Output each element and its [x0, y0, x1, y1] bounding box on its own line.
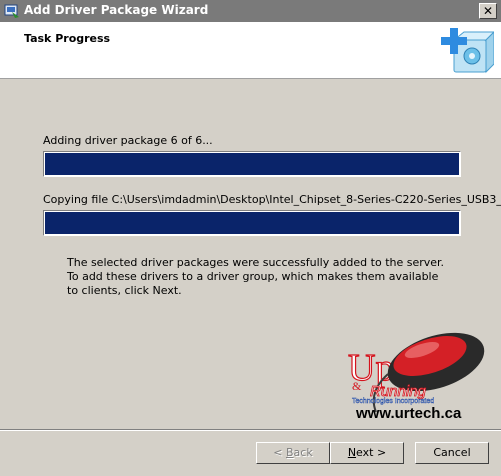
- next-label: ext >: [356, 446, 387, 459]
- file-progress-bar: [43, 210, 461, 236]
- back-accel: B: [286, 446, 294, 459]
- logo-tagline-text: Technologies Incorporated: [352, 398, 434, 405]
- button-divider: [0, 429, 501, 431]
- close-button[interactable]: ✕: [479, 3, 497, 19]
- progress-status-text: Adding driver package 6 of 6...: [43, 134, 213, 147]
- package-progress-fill: [45, 153, 459, 175]
- window-title: Add Driver Package Wizard: [24, 3, 209, 17]
- back-label: ack: [293, 446, 313, 459]
- logo-amp-text: &: [352, 379, 362, 393]
- title-bar[interactable]: Add Driver Package Wizard ✕: [0, 0, 501, 22]
- driver-package-icon: [441, 28, 494, 74]
- page-title: Task Progress: [24, 32, 111, 45]
- logo-url-text: www.urtech.ca: [356, 405, 462, 422]
- cancel-button[interactable]: Cancel: [415, 442, 489, 464]
- wizard-header: Task Progress: [0, 22, 501, 79]
- next-accel: N: [347, 446, 357, 459]
- package-progress-bar: [43, 151, 461, 177]
- file-progress-fill: [45, 212, 459, 234]
- file-copy-status-text: Copying file C:\Users\imdadmin\Desktop\I…: [43, 193, 501, 206]
- back-button[interactable]: < Back: [256, 442, 330, 464]
- wizard-app-icon: [4, 4, 19, 18]
- next-button[interactable]: Next >: [330, 442, 404, 464]
- completion-message: The selected driver packages were succes…: [67, 256, 445, 297]
- back-prefix: <: [273, 446, 286, 459]
- close-icon: ✕: [482, 4, 494, 18]
